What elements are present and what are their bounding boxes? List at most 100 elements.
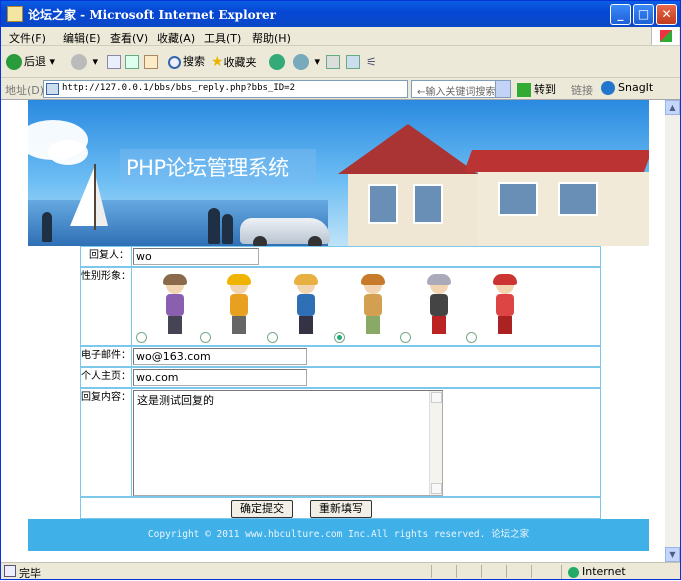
go-label: 转到: [534, 83, 556, 96]
avatar-option-1[interactable]: [136, 268, 206, 346]
replier-row: 回复人： wo: [80, 246, 601, 267]
avatar-option-3[interactable]: [267, 268, 337, 346]
house: [318, 120, 649, 246]
forward-arrow-icon: [71, 54, 87, 70]
scroll-up-icon[interactable]: ▲: [665, 100, 680, 115]
avatar-option-4[interactable]: [334, 268, 404, 346]
star-icon: ★: [211, 54, 224, 70]
media-button[interactable]: [269, 53, 287, 71]
reset-button[interactable]: 重新填写: [310, 500, 372, 518]
page-icon: [7, 6, 23, 22]
submit-button[interactable]: 确定提交: [231, 500, 293, 518]
back-label: 后退: [24, 55, 46, 68]
avatar-radio-5[interactable]: [400, 332, 411, 343]
keyword-placeholder: ←输入关键词搜索: [417, 87, 496, 98]
avatar-radio-1[interactable]: [136, 332, 147, 343]
avatar-image-5: [426, 274, 452, 336]
favorites-button[interactable]: ★收藏夹: [211, 53, 257, 71]
menu-tools[interactable]: 工具(T): [204, 30, 241, 46]
messenger-button[interactable]: ⚟: [366, 53, 377, 71]
dropdown-arrow-icon[interactable]: [495, 80, 511, 98]
footer-copyright: Copyright © 2011 www.hbculture.com Inc.A…: [28, 519, 649, 551]
homepage-input[interactable]: wo.com: [133, 369, 307, 386]
email-row: 电子邮件： wo@163.com: [80, 346, 601, 367]
page-icon: [46, 83, 59, 95]
close-button[interactable]: ✕: [656, 4, 677, 25]
security-zone: Internet: [561, 565, 626, 579]
print-button[interactable]: [326, 53, 340, 71]
content-row: 回复内容： 这是测试回复的: [80, 388, 601, 497]
person: [222, 214, 233, 244]
banner-image: PHP论坛管理系统: [28, 100, 649, 246]
avatar-image-4: [360, 274, 386, 336]
page-done-icon: [4, 565, 16, 577]
status-text: 完毕: [19, 567, 41, 580]
content-label: 回复内容：: [81, 389, 131, 496]
menu-view[interactable]: 查看(V): [110, 30, 148, 46]
mail-icon: [293, 54, 309, 70]
menu-edit[interactable]: 编辑(E): [63, 30, 101, 46]
scroll-up-icon[interactable]: [431, 392, 442, 403]
home-button[interactable]: [144, 53, 158, 71]
windows-logo-icon: [651, 27, 679, 45]
scroll-down-icon[interactable]: [431, 483, 442, 494]
minimize-button[interactable]: _: [610, 4, 631, 25]
avatar-radio-4[interactable]: [334, 332, 345, 343]
avatar-image-6: [492, 274, 518, 336]
stop-button[interactable]: [107, 53, 121, 71]
homepage-label: 个人主页：: [81, 368, 131, 387]
back-button[interactable]: 后退 ▾: [6, 53, 55, 71]
search-icon: [168, 55, 181, 69]
messenger-icon: ⚟: [366, 55, 377, 69]
avatar-label: 性别形象：: [81, 268, 131, 345]
avatar-option-2[interactable]: [200, 268, 270, 346]
avatar-radio-6[interactable]: [466, 332, 477, 343]
menu-file[interactable]: 文件(F): [9, 30, 46, 46]
address-bar: 地址(D) http://127.0.0.1/bbs/bbs_reply.php…: [1, 78, 680, 100]
links-button[interactable]: 链接: [571, 82, 593, 98]
favorites-label: 收藏夹: [223, 56, 257, 69]
avatar-radio-3[interactable]: [267, 332, 278, 343]
window-title: 论坛之家 - Microsoft Internet Explorer: [28, 8, 276, 22]
avatar-option-6[interactable]: [466, 268, 536, 346]
menu-help[interactable]: 帮助(H): [252, 30, 291, 46]
go-button[interactable]: 转到: [517, 81, 556, 97]
media-icon: [269, 54, 285, 70]
address-url: http://127.0.0.1/bbs/bbs_reply.php?bbs_I…: [62, 83, 295, 93]
banner-title: PHP论坛管理系统: [126, 156, 289, 180]
title-bar[interactable]: 论坛之家 - Microsoft Internet Explorer _ □ ✕: [1, 1, 680, 27]
mail-button[interactable]: ▾: [293, 53, 320, 71]
forward-button[interactable]: ▾: [71, 53, 98, 71]
toolbar: 后退 ▾ ▾ 搜索 ★收藏夹 ▾ ⚟: [1, 46, 680, 78]
refresh-icon: [125, 55, 139, 69]
snagit-icon: [601, 81, 615, 95]
refresh-button[interactable]: [125, 53, 139, 71]
replier-input[interactable]: wo: [133, 248, 259, 265]
menu-favorites[interactable]: 收藏(A): [157, 30, 195, 46]
snagit-button[interactable]: SnagIt: [601, 81, 653, 95]
edit-button[interactable]: [346, 53, 360, 71]
avatar-option-5[interactable]: [400, 268, 470, 346]
textarea-scrollbar[interactable]: [429, 391, 442, 495]
search-label: 搜索: [183, 55, 205, 68]
avatar-image-3: [293, 274, 319, 336]
go-arrow-icon: [517, 83, 531, 97]
email-input[interactable]: wo@163.com: [133, 348, 307, 365]
scroll-down-icon[interactable]: ▼: [665, 547, 680, 562]
avatar-row: 性别形象：: [80, 267, 601, 346]
maximize-button[interactable]: □: [633, 4, 654, 25]
content-textarea[interactable]: 这是测试回复的: [133, 390, 443, 496]
avatar-options: [132, 268, 600, 346]
address-input[interactable]: http://127.0.0.1/bbs/bbs_reply.php?bbs_I…: [43, 80, 408, 98]
page-scrollbar[interactable]: ▲ ▼: [665, 100, 680, 562]
stop-icon: [107, 55, 121, 69]
edit-icon: [346, 55, 360, 69]
address-label: 地址(D): [5, 84, 45, 97]
content-text: 这是测试回复的: [137, 394, 214, 407]
avatar-image-2: [226, 274, 252, 336]
menu-bar: 文件(F) 编辑(E) 查看(V) 收藏(A) 工具(T) 帮助(H): [1, 27, 680, 46]
snagit-label: SnagIt: [618, 81, 654, 94]
keyword-search-input[interactable]: ←输入关键词搜索: [411, 80, 511, 98]
search-button[interactable]: 搜索: [168, 53, 205, 71]
avatar-radio-2[interactable]: [200, 332, 211, 343]
